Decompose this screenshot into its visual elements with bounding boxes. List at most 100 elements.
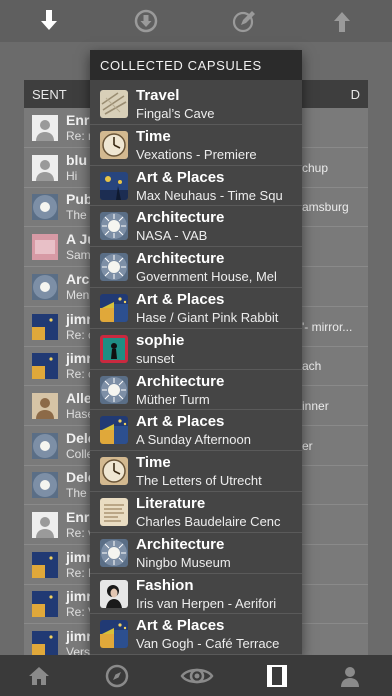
message-sender: Enr xyxy=(66,112,90,128)
capsule-category: Art & Places xyxy=(136,617,225,635)
capsule-title: The Letters of Utrecht xyxy=(136,473,262,489)
message-preview: inner xyxy=(302,398,329,413)
capsules-icon[interactable] xyxy=(263,662,291,690)
capsule-title: Ningbo Museum xyxy=(136,554,231,570)
message-subject: Men xyxy=(66,287,90,302)
capsule-item[interactable]: Architecture Ningbo Museum xyxy=(90,533,302,574)
message-preview: er xyxy=(302,438,313,453)
capsule-category: Travel xyxy=(136,87,180,104)
capsule-item[interactable]: Art & Places Van Gogh - Café Terrace xyxy=(90,614,302,655)
capsule-category: Fashion xyxy=(136,576,194,594)
tab-received[interactable]: D xyxy=(351,87,360,102)
capsule-category: Architecture xyxy=(136,250,225,268)
capsule-thumbnail xyxy=(100,538,128,567)
capsule-title: Van Gogh - Café Terrace xyxy=(136,636,280,652)
capsule-thumbnail xyxy=(100,416,128,445)
avatar xyxy=(32,353,58,380)
collected-capsules-dropdown: COLLECTED CAPSULES Travel Fingal’s Cave Ti… xyxy=(90,50,302,655)
capsule-title: Max Neuhaus - Time Squ xyxy=(136,187,283,203)
capsule-title: NASA - VAB xyxy=(136,228,208,244)
top-toolbar xyxy=(0,0,392,42)
message-subject: The xyxy=(66,486,87,501)
capsule-category: Art & Places xyxy=(136,290,225,308)
capsule-item[interactable]: Art & Places Max Neuhaus - Time Squ xyxy=(90,166,302,207)
capsule-thumbnail xyxy=(100,579,128,608)
avatar xyxy=(32,115,58,141)
avatar xyxy=(32,432,58,459)
capsule-category: Time xyxy=(136,127,171,145)
compose-icon[interactable] xyxy=(231,8,257,34)
capsule-item[interactable]: Fashion Iris van Herpen - Aerifori xyxy=(90,574,302,615)
download-circle-icon[interactable] xyxy=(133,8,159,34)
capsule-category: Architecture xyxy=(136,209,225,227)
message-sender: jimr xyxy=(66,548,92,565)
capsule-title: Vexations - Premiere xyxy=(136,146,257,162)
message-subject: Hi xyxy=(66,168,78,183)
message-preview: ach xyxy=(302,359,322,374)
message-sender: Enr xyxy=(66,509,90,525)
capsule-item[interactable]: Time Vexations - Premiere xyxy=(90,125,302,166)
capsule-thumbnail xyxy=(100,130,128,159)
capsule-title: Hase / Giant Pink Rabbit xyxy=(136,309,279,325)
upload-arrow-icon[interactable] xyxy=(329,8,355,34)
avatar xyxy=(32,154,58,181)
capsule-item[interactable]: Travel Fingal’s Cave xyxy=(90,84,302,125)
capsule-thumbnail xyxy=(100,375,128,404)
avatar xyxy=(32,512,58,538)
capsule-item[interactable]: Art & Places Hase / Giant Pink Rabbit xyxy=(90,288,302,329)
capsule-title: Government House, Mel xyxy=(136,269,277,285)
capsule-thumbnail xyxy=(100,293,128,322)
capsule-thumbnail xyxy=(100,212,128,241)
capsule-category: Architecture xyxy=(136,372,225,390)
message-sender: Arc xyxy=(66,270,90,287)
capsule-item[interactable]: Art & Places A Sunday Afternoon xyxy=(90,410,302,452)
message-subject: Vers xyxy=(66,645,91,655)
capsule-item[interactable]: Architecture Government House, Mel xyxy=(90,247,302,288)
message-subject: Re: r xyxy=(66,129,93,143)
capsule-title: Iris van Herpen - Aerifori xyxy=(136,595,277,611)
message-sender: Alle xyxy=(66,389,92,406)
compass-icon[interactable] xyxy=(103,662,131,690)
capsule-item[interactable]: Time The Letters of Utrecht xyxy=(90,451,302,492)
tab-sent[interactable]: SENT xyxy=(32,87,67,102)
capsule-category: Literature xyxy=(136,494,206,512)
capsule-item[interactable]: Architecture Müther Turm xyxy=(90,370,302,411)
message-sender: Pub xyxy=(66,191,93,208)
message-sender: jimr xyxy=(66,310,92,327)
capsule-thumbnail xyxy=(100,620,128,649)
avatar xyxy=(32,591,58,618)
avatar xyxy=(32,631,58,655)
capsule-thumbnail xyxy=(100,90,128,118)
home-icon[interactable] xyxy=(25,662,53,690)
capsule-title: Charles Baudelaire Cenc xyxy=(136,513,281,529)
message-preview: chup xyxy=(302,160,329,175)
avatar xyxy=(32,392,58,419)
capsule-category: Architecture xyxy=(136,535,225,553)
message-sender: blu xyxy=(66,151,87,168)
capsule-thumbnail xyxy=(100,497,128,526)
capsule-thumbnail xyxy=(100,171,128,200)
eye-icon[interactable] xyxy=(180,662,214,690)
message-sender: jimr xyxy=(66,628,92,645)
bottom-tab-bar xyxy=(0,655,392,696)
capsule-thumbnail xyxy=(100,253,128,282)
message-preview: amsburg xyxy=(302,200,349,215)
capsule-category: Time xyxy=(136,454,171,472)
capsule-title: sunset xyxy=(136,350,175,366)
avatar xyxy=(32,273,58,300)
capsule-list: Travel Fingal’s Cave Time Vexations - Premi… xyxy=(90,84,302,655)
capsule-title: Müther Turm xyxy=(136,391,210,407)
profile-icon[interactable] xyxy=(336,662,364,690)
message-subject: Sam xyxy=(66,248,91,263)
avatar xyxy=(32,551,58,578)
capsule-title: A Sunday Afternoon xyxy=(136,432,251,448)
download-arrow-icon[interactable] xyxy=(36,8,62,34)
message-sender: jimr xyxy=(66,350,92,367)
avatar xyxy=(32,194,58,221)
capsule-item[interactable]: sophie sunset xyxy=(90,329,302,370)
capsule-category: sophie xyxy=(136,331,185,349)
dropdown-title: COLLECTED CAPSULES xyxy=(90,50,302,80)
capsule-item[interactable]: Architecture NASA - VAB xyxy=(90,206,302,248)
capsule-title: Fingal’s Cave xyxy=(136,106,215,121)
capsule-item[interactable]: Literature Charles Baudelaire Cenc xyxy=(90,492,302,533)
